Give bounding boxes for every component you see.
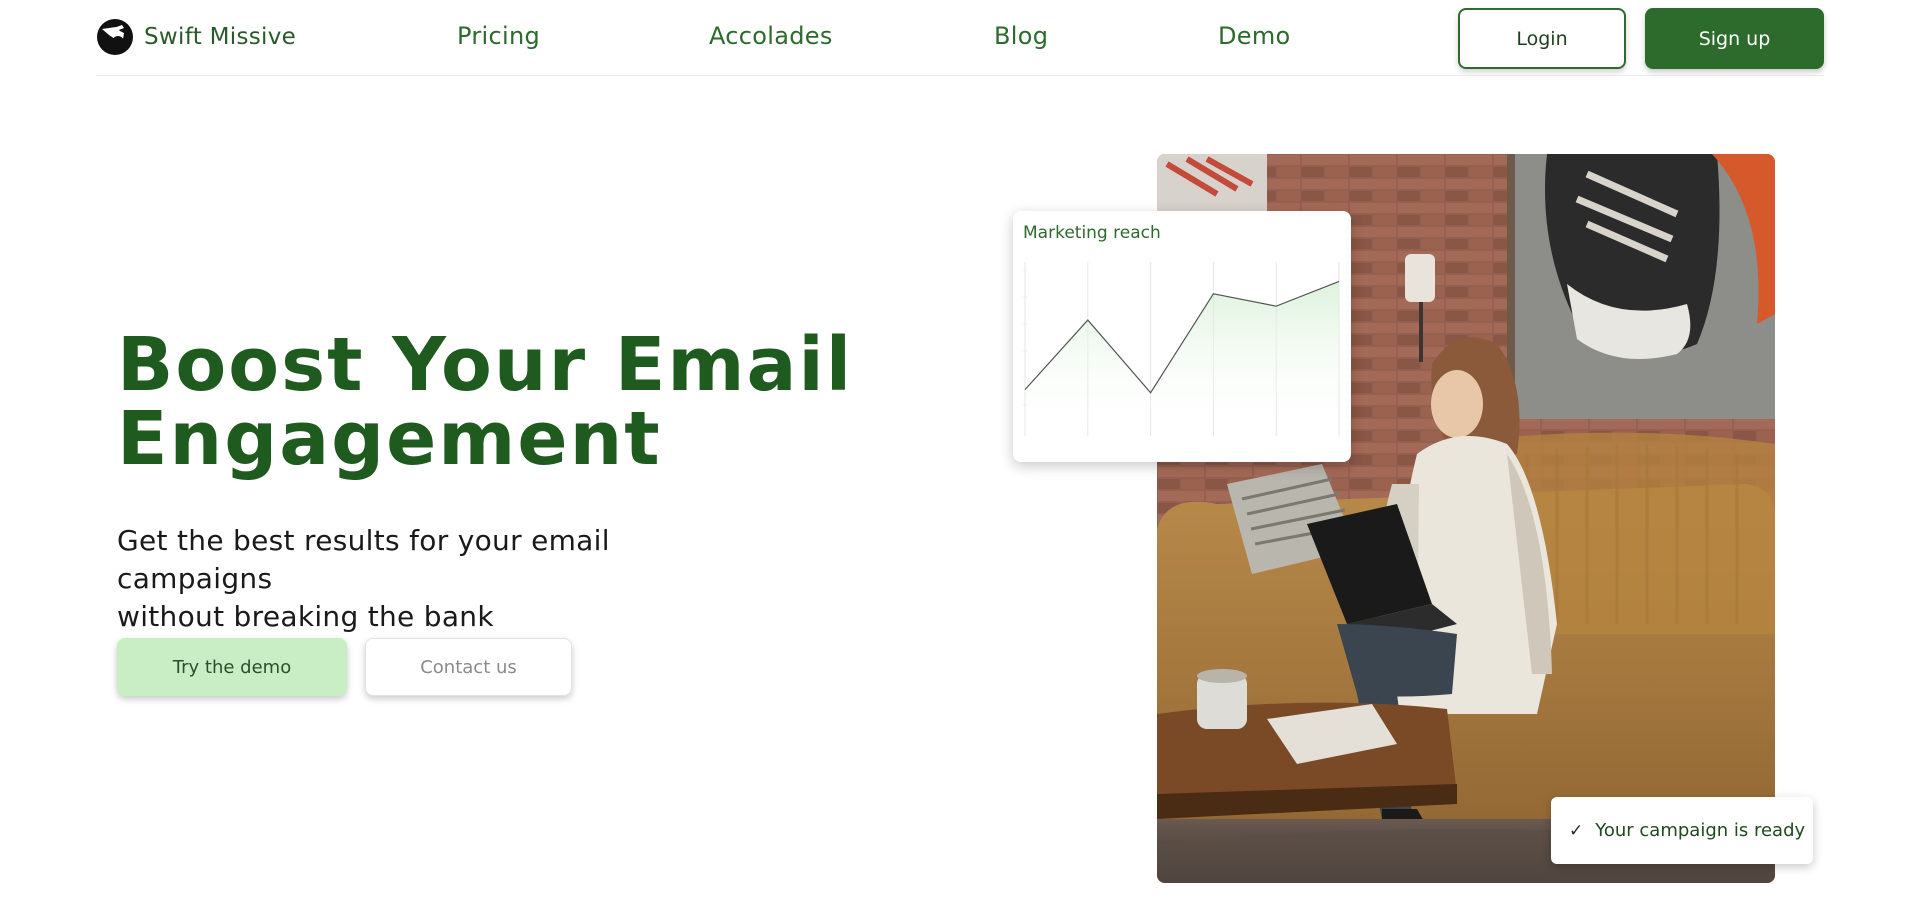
contact-us-button[interactable]: Contact us <box>365 638 572 696</box>
hero-title-line-2: Engagement <box>117 396 662 482</box>
nav-link-blog[interactable]: Blog <box>994 22 1048 50</box>
site-header: Swift Missive Pricing Accolades Blog Dem… <box>96 0 1824 76</box>
brand-name: Swift Missive <box>144 24 297 50</box>
chart-area <box>1025 281 1339 436</box>
toast-message: Your campaign is ready <box>1595 820 1806 841</box>
signup-button[interactable]: Sign up <box>1645 8 1824 69</box>
try-demo-button[interactable]: Try the demo <box>117 638 347 696</box>
nav-link-demo[interactable]: Demo <box>1218 22 1291 50</box>
nav-link-accolades[interactable]: Accolades <box>709 22 833 50</box>
hero-subtitle: Get the best results for your email camp… <box>117 522 757 636</box>
pointing-hand-logo-icon <box>97 19 133 55</box>
hero-subtitle-line-1: Get the best results for your email camp… <box>117 524 610 595</box>
marketing-reach-card: Marketing reach <box>1013 211 1351 462</box>
login-button[interactable]: Login <box>1458 8 1626 69</box>
nav-link-pricing[interactable]: Pricing <box>457 22 540 50</box>
chart-title: Marketing reach <box>1023 223 1161 243</box>
hero-title: Boost Your Email Engagement <box>117 328 877 476</box>
check-icon: ✓ <box>1569 820 1584 841</box>
hero-subtitle-line-2: without breaking the bank <box>117 600 494 633</box>
brand-home-link[interactable]: Swift Missive <box>96 18 296 56</box>
campaign-ready-toast: ✓ Your campaign is ready <box>1551 797 1813 864</box>
marketing-reach-chart <box>1023 262 1340 436</box>
